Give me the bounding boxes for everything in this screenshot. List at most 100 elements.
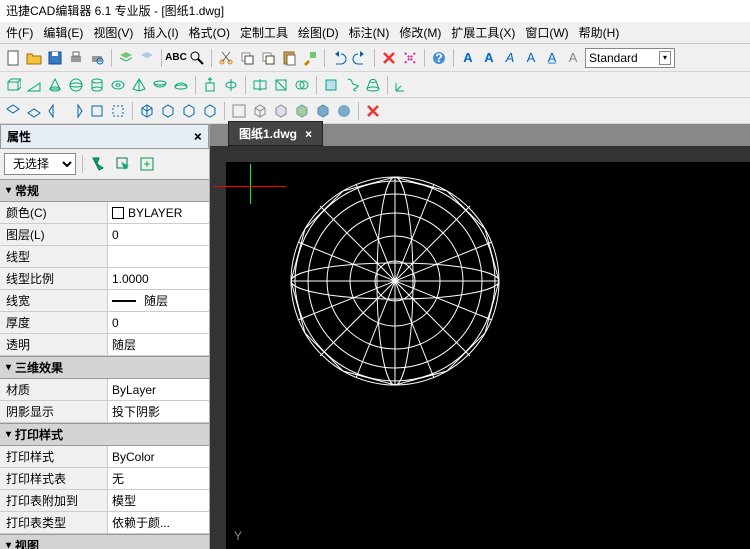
sphere-icon[interactable]	[67, 76, 85, 94]
property-row[interactable]: 透明随层	[0, 334, 209, 356]
view-right-icon[interactable]	[67, 102, 85, 120]
copy-with-base-icon[interactable]	[259, 49, 277, 67]
property-value[interactable]: 随层	[108, 290, 209, 311]
property-value[interactable]: 模型	[108, 490, 209, 511]
paste-icon[interactable]	[280, 49, 298, 67]
cut-icon[interactable]	[217, 49, 235, 67]
find-icon[interactable]	[188, 49, 206, 67]
property-value[interactable]: 随层	[108, 334, 209, 355]
menu-edit[interactable]: 编辑(E)	[39, 22, 87, 43]
loft-icon[interactable]	[364, 76, 382, 94]
view-front-icon[interactable]	[88, 102, 106, 120]
view-nw-icon[interactable]	[201, 102, 219, 120]
cone-icon[interactable]	[46, 76, 64, 94]
menu-modify[interactable]: 修改(M)	[395, 22, 445, 43]
text-a2-icon[interactable]: A	[480, 49, 498, 67]
shade-gouraud-icon[interactable]	[314, 102, 332, 120]
ucs-icon[interactable]	[393, 76, 411, 94]
property-group-header[interactable]: ▾打印样式	[0, 423, 209, 446]
extrude-icon[interactable]	[201, 76, 219, 94]
helix-icon[interactable]	[343, 76, 361, 94]
purge-icon[interactable]	[401, 49, 419, 67]
dish-icon[interactable]	[151, 76, 169, 94]
box-icon[interactable]	[4, 76, 22, 94]
view-sw-icon[interactable]	[138, 102, 156, 120]
revolve-icon[interactable]	[222, 76, 240, 94]
text-edit-icon[interactable]: A	[522, 49, 540, 67]
close-views-icon[interactable]	[364, 102, 382, 120]
torus-icon[interactable]	[109, 76, 127, 94]
panel-close-icon[interactable]: ×	[194, 129, 202, 145]
property-row[interactable]: 打印样式ByColor	[0, 446, 209, 468]
text-find-icon[interactable]: A	[564, 49, 582, 67]
copy-icon[interactable]	[238, 49, 256, 67]
drawing-area[interactable]: Y	[210, 146, 750, 549]
menu-draw[interactable]: 绘图(D)	[294, 22, 343, 43]
dome-icon[interactable]	[172, 76, 190, 94]
property-value[interactable]: ByLayer	[108, 379, 209, 400]
shade-real-icon[interactable]	[335, 102, 353, 120]
property-row[interactable]: 线宽 随层	[0, 290, 209, 312]
pyramid-icon[interactable]	[130, 76, 148, 94]
property-value[interactable]: 0	[108, 312, 209, 333]
property-row[interactable]: 线型	[0, 246, 209, 268]
property-row[interactable]: 图层(L)0	[0, 224, 209, 246]
property-group-header[interactable]: ▾视图	[0, 534, 209, 549]
print-preview-icon[interactable]	[88, 49, 106, 67]
save-icon[interactable]	[46, 49, 64, 67]
print-icon[interactable]	[67, 49, 85, 67]
property-value[interactable]: 无	[108, 468, 209, 489]
layer-state-icon[interactable]	[138, 49, 156, 67]
property-value[interactable]: 投下阴影	[108, 401, 209, 422]
text-a3-icon[interactable]: A	[501, 49, 519, 67]
quick-select-icon[interactable]	[89, 154, 109, 174]
section-icon[interactable]	[272, 76, 290, 94]
new-icon[interactable]	[4, 49, 22, 67]
help-icon[interactable]: ?	[430, 49, 448, 67]
tab-close-icon[interactable]: ×	[305, 127, 312, 141]
menu-help[interactable]: 帮助(H)	[575, 22, 624, 43]
region-icon[interactable]	[322, 76, 340, 94]
wedge-icon[interactable]	[25, 76, 43, 94]
view-se-icon[interactable]	[159, 102, 177, 120]
undo-icon[interactable]	[330, 49, 348, 67]
view-bottom-icon[interactable]	[25, 102, 43, 120]
property-row[interactable]: 颜色(C)BYLAYER	[0, 202, 209, 224]
property-value[interactable]: 1.0000	[108, 268, 209, 289]
spellcheck-icon[interactable]: ABC	[167, 49, 185, 67]
menu-insert[interactable]: 插入(I)	[139, 22, 182, 43]
menu-extended-tools[interactable]: 扩展工具(X)	[447, 22, 519, 43]
pickadd-icon[interactable]: +	[137, 154, 157, 174]
menu-custom-tools[interactable]: 定制工具	[236, 22, 292, 43]
view-left-icon[interactable]	[46, 102, 64, 120]
menu-view[interactable]: 视图(V)	[89, 22, 137, 43]
property-value[interactable]: 依赖于颜...	[108, 512, 209, 533]
property-row[interactable]: 厚度0	[0, 312, 209, 334]
selection-combo[interactable]: 无选择	[4, 153, 76, 175]
property-value[interactable]: BYLAYER	[108, 202, 209, 223]
layers-icon[interactable]	[117, 49, 135, 67]
slice-icon[interactable]	[251, 76, 269, 94]
select-objects-icon[interactable]	[113, 154, 133, 174]
view-top-icon[interactable]	[4, 102, 22, 120]
match-properties-icon[interactable]	[301, 49, 319, 67]
property-group-header[interactable]: ▾三维效果	[0, 356, 209, 379]
delete-icon[interactable]	[380, 49, 398, 67]
shade-wire-icon[interactable]	[251, 102, 269, 120]
text-a1-icon[interactable]: A	[459, 49, 477, 67]
property-row[interactable]: 线型比例1.0000	[0, 268, 209, 290]
property-row[interactable]: 材质ByLayer	[0, 379, 209, 401]
interfere-icon[interactable]	[293, 76, 311, 94]
property-value[interactable]	[108, 246, 209, 267]
shade-hidden-icon[interactable]	[272, 102, 290, 120]
cylinder-icon[interactable]	[88, 76, 106, 94]
menu-dimension[interactable]: 标注(N)	[345, 22, 394, 43]
view-back-icon[interactable]	[109, 102, 127, 120]
property-row[interactable]: 阴影显示投下阴影	[0, 401, 209, 423]
open-icon[interactable]	[25, 49, 43, 67]
property-value[interactable]: ByColor	[108, 446, 209, 467]
property-row[interactable]: 打印表类型依赖于颜...	[0, 512, 209, 534]
text-style-icon[interactable]: A̲	[543, 49, 561, 67]
property-group-header[interactable]: ▾常规	[0, 179, 209, 202]
view-ne-icon[interactable]	[180, 102, 198, 120]
